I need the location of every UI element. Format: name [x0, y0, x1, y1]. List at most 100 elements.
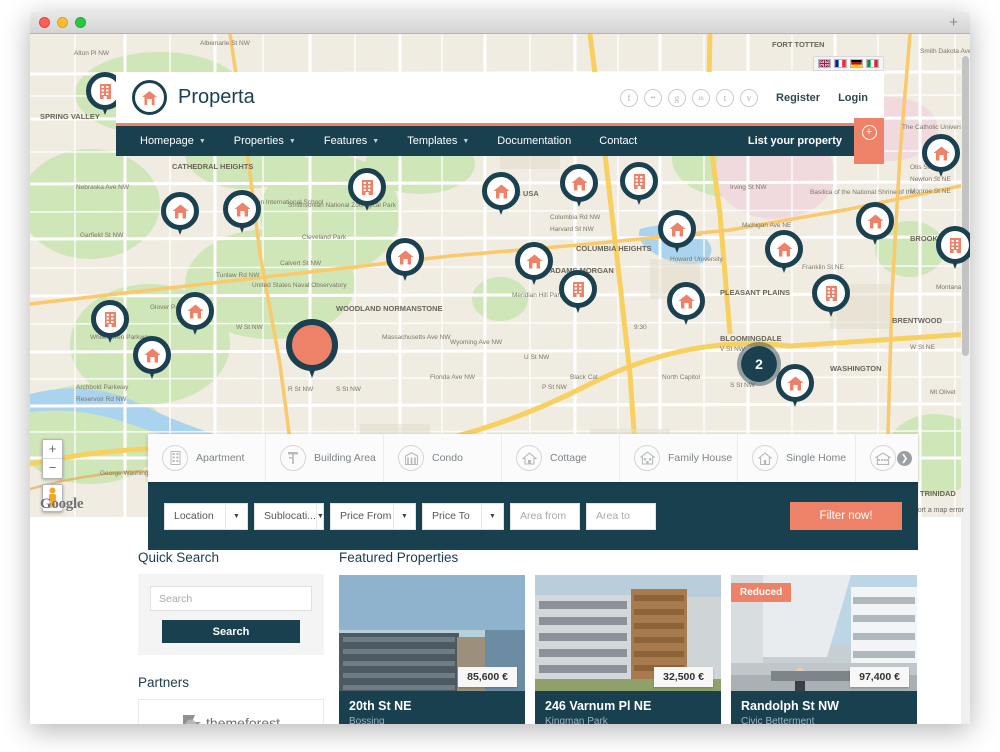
partner-logo-card[interactable]: themeforest — [138, 699, 324, 724]
featured-property-card[interactable]: 32,500 €246 Varnum Pl NEKingman Park — [535, 575, 721, 724]
english-flag[interactable] — [818, 59, 831, 68]
nav-item-documentation[interactable]: Documentation — [483, 126, 585, 156]
map-pin[interactable] — [161, 192, 199, 240]
map-pin[interactable] — [856, 202, 894, 250]
filter-select-price-to[interactable]: Price To▼ — [422, 503, 504, 530]
new-tab-button[interactable]: + — [949, 15, 958, 30]
map-pin[interactable] — [620, 162, 658, 210]
map-label: Harvard St NW — [550, 226, 594, 233]
map-pin[interactable] — [386, 238, 424, 286]
window-close-button[interactable] — [39, 17, 50, 28]
list-your-property-button[interactable]: List your property — [736, 135, 854, 147]
map-pin[interactable] — [776, 364, 814, 412]
filter-select-location[interactable]: Location▼ — [164, 503, 248, 530]
map-pin[interactable] — [515, 242, 553, 290]
map-label: Garfield St NW — [80, 232, 123, 239]
page-scrollbar-thumb[interactable] — [962, 56, 969, 356]
quick-search-input[interactable]: Search — [150, 586, 312, 611]
home-icon — [144, 348, 161, 363]
apartment-icon — [936, 226, 970, 264]
window-minimize-button[interactable] — [57, 17, 68, 28]
property-type-single-home[interactable]: Single Home — [738, 434, 856, 482]
property-type-cottage[interactable]: Cottage — [502, 434, 620, 482]
property-subtitle: Kingman Park — [545, 716, 711, 724]
map-pin[interactable] — [936, 226, 970, 274]
map-zoom-out-button[interactable]: − — [43, 459, 62, 478]
french-flag[interactable] — [834, 59, 847, 68]
register-link[interactable]: Register — [776, 92, 820, 104]
map-zoom-in-button[interactable]: + — [43, 440, 62, 459]
featured-properties-section: Featured Properties 85,600 €20th St NEBo… — [339, 550, 919, 724]
home-icon — [922, 134, 960, 172]
language-switcher[interactable] — [813, 56, 884, 71]
vimeo-icon[interactable]: v — [740, 89, 758, 107]
home-icon — [669, 222, 686, 237]
site-logo[interactable]: Properta — [132, 80, 255, 115]
apartment-icon — [99, 84, 112, 99]
login-link[interactable]: Login — [838, 92, 868, 104]
map-pin[interactable] — [922, 134, 960, 182]
flickr-icon[interactable]: •• — [644, 89, 662, 107]
map-label: CATHEDRAL HEIGHTS — [172, 162, 253, 171]
filter-select-price-from[interactable]: Price From▼ — [330, 503, 416, 530]
partners-title: Partners — [138, 675, 324, 690]
property-type-condo[interactable]: Condo — [384, 434, 502, 482]
home-icon — [172, 204, 189, 219]
property-type-apartment[interactable]: Apartment — [148, 434, 266, 482]
featured-property-card[interactable]: Reduced97,400 €Randolph St NWCivic Bette… — [731, 575, 917, 724]
map-label: 9:30 — [634, 324, 647, 331]
property-type-building-area[interactable]: Building Area — [266, 434, 384, 482]
map-pin[interactable] — [176, 292, 214, 340]
linkedin-icon[interactable]: in — [692, 89, 710, 107]
map-pin[interactable] — [348, 168, 386, 216]
quick-search-button[interactable]: Search — [162, 620, 300, 643]
map-pin[interactable] — [91, 300, 129, 348]
property-type-next-arrow[interactable]: ❯ — [897, 451, 912, 466]
map-cluster-marker[interactable]: 2 — [737, 342, 781, 386]
house-icon — [141, 90, 158, 106]
filter-input-area-to[interactable]: Area to — [586, 503, 656, 530]
map-pin[interactable] — [667, 282, 705, 330]
window-maximize-button[interactable] — [75, 17, 86, 28]
map-label: Mt Olivet — [930, 389, 956, 396]
apartment-icon — [633, 174, 646, 189]
filter-now-button[interactable]: Filter now! — [790, 502, 902, 530]
facebook-icon[interactable]: f — [620, 89, 638, 107]
map-pin-active[interactable] — [286, 319, 338, 383]
italian-flag[interactable] — [866, 59, 879, 68]
google-plus-icon[interactable]: g — [668, 89, 686, 107]
property-info: 20th St NEBossing — [339, 691, 525, 724]
nav-item-homepage[interactable]: Homepage▼ — [126, 126, 220, 156]
map-pin[interactable] — [223, 190, 261, 238]
filter-input-area-from[interactable]: Area from — [510, 503, 580, 530]
apartment-icon — [572, 282, 585, 297]
featured-property-card[interactable]: 85,600 €20th St NEBossing — [339, 575, 525, 724]
page-viewport: Albemarle St NWAlton Pl NWFORT TOTTENSmi… — [30, 34, 970, 724]
map-pin[interactable] — [812, 274, 850, 322]
map-pin[interactable] — [765, 230, 803, 278]
map-label: W St NE — [910, 344, 935, 351]
map-label: S St NW — [336, 386, 361, 393]
tumblr-icon[interactable]: t — [716, 89, 734, 107]
map-pin[interactable] — [482, 172, 520, 220]
filter-select-sublocati[interactable]: Sublocati...▼ — [254, 503, 324, 530]
nav-item-templates[interactable]: Templates▼ — [393, 126, 483, 156]
property-subtitle: Bossing — [349, 716, 515, 724]
map-pin[interactable] — [133, 336, 171, 384]
nav-item-features[interactable]: Features▼ — [310, 126, 393, 156]
property-type-family-house[interactable]: Family House — [620, 434, 738, 482]
header-top-bar: Properta f •• gintv Register Login — [116, 72, 884, 126]
map-zoom-controls[interactable]: + − — [42, 439, 63, 479]
page-scrollbar[interactable] — [961, 56, 970, 724]
nav-item-contact[interactable]: Contact — [585, 126, 651, 156]
property-title: 246 Varnum Pl NE — [545, 699, 711, 714]
nav-item-properties[interactable]: Properties▼ — [220, 126, 310, 156]
map-pin[interactable] — [559, 270, 597, 318]
german-flag[interactable] — [850, 59, 863, 68]
map-pin[interactable] — [560, 164, 598, 212]
home-icon — [493, 184, 510, 199]
apartment-icon — [162, 445, 188, 471]
map-pin[interactable] — [658, 210, 696, 258]
add-property-tab[interactable]: + — [854, 118, 884, 164]
nav-right-group: List your property + — [736, 126, 884, 156]
